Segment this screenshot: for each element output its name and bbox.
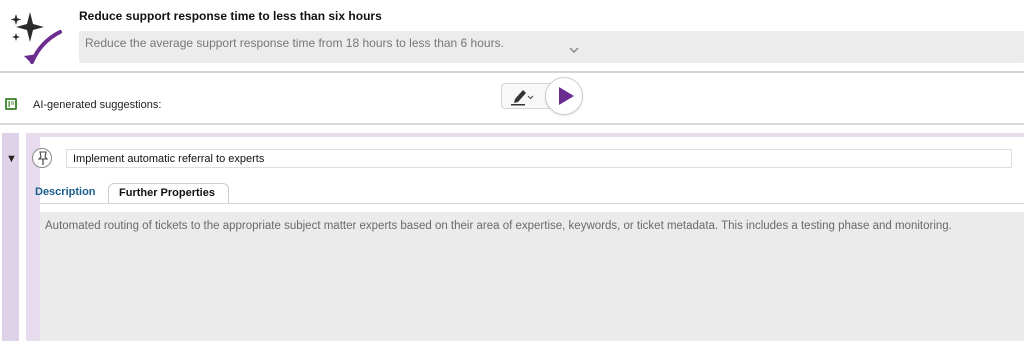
suggestion-title-input[interactable]: Implement automatic referral to experts — [66, 149, 1012, 168]
goal-description-field[interactable]: Reduce the average support response time… — [79, 31, 1024, 63]
goal-title: Reduce support response time to less tha… — [79, 9, 382, 23]
pin-icon — [37, 151, 49, 165]
pen-edit-icon — [511, 90, 534, 106]
goal-header: Reduce support response time to less tha… — [0, 0, 1024, 72]
divider — [0, 71, 1024, 73]
collapse-toggle[interactable]: ▼ — [6, 153, 17, 165]
divider — [0, 123, 1024, 125]
card-top-band — [26, 133, 1024, 137]
edit-button[interactable] — [505, 85, 535, 107]
tab-further-properties[interactable]: Further Properties — [108, 183, 229, 204]
chevron-down-icon[interactable] — [566, 44, 582, 58]
run-button[interactable] — [545, 77, 583, 115]
play-icon — [559, 87, 574, 105]
pin-button[interactable] — [32, 148, 52, 168]
sparkle-arrow-icon — [4, 4, 70, 68]
suggestions-label: AI-generated suggestions: — [33, 99, 162, 111]
tab-divider — [40, 203, 1024, 204]
suggestion-description[interactable]: Automated routing of tickets to the appr… — [40, 212, 1024, 341]
tab-description[interactable]: Description — [35, 183, 96, 204]
book-icon — [4, 97, 18, 111]
